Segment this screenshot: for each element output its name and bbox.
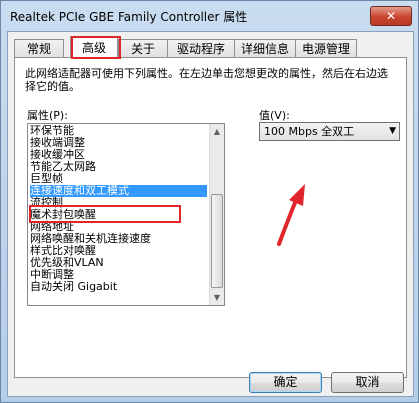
dialog-body: 常规 高级 关于 驱动程序 详细信息 电源管理 此网络适配器可使用下列属性。在左… (7, 31, 414, 397)
window-title: Realtek PCIe GBE Family Controller 属性 (10, 10, 248, 24)
tab-about[interactable]: 关于 (118, 39, 168, 57)
list-scrollbar[interactable]: ▲ ▼ (209, 124, 224, 305)
scroll-up-icon[interactable]: ▲ (210, 124, 224, 139)
advanced-panel: 此网络适配器可使用下列属性。在左边单击您想更改的属性，然后在右边选择它的值。 属… (14, 57, 407, 378)
scroll-thumb[interactable] (211, 194, 223, 288)
selection-highlight-box (29, 205, 181, 223)
annotation-arrow-icon (277, 184, 305, 246)
value-dropdown-text: 100 Mbps 全双工 (264, 125, 355, 138)
panel-description: 此网络适配器可使用下列属性。在左边单击您想更改的属性，然后在右边选择它的值。 (25, 67, 388, 93)
scroll-down-icon[interactable]: ▼ (210, 290, 224, 305)
tab-strip: 常规 高级 关于 驱动程序 详细信息 电源管理 (14, 36, 409, 59)
chevron-down-icon: ▼ (389, 126, 396, 136)
cancel-button[interactable]: 取消 (331, 372, 404, 393)
properties-dialog: Realtek PCIe GBE Family Controller 属性 ✕ … (0, 0, 419, 403)
tab-details[interactable]: 详细信息 (234, 39, 296, 57)
tab-general[interactable]: 常规 (14, 39, 64, 57)
title-bar: Realtek PCIe GBE Family Controller 属性 ✕ (1, 1, 418, 31)
ok-button[interactable]: 确定 (249, 372, 322, 393)
tab-highlight-box (71, 36, 121, 59)
list-item[interactable]: 自动关闭 Gigabit (30, 281, 207, 293)
value-label: 值(V): (259, 109, 290, 122)
property-label: 属性(P): (27, 109, 68, 122)
value-dropdown[interactable]: 100 Mbps 全双工 ▼ (259, 122, 400, 141)
close-button[interactable]: ✕ (370, 6, 412, 26)
tab-driver[interactable]: 驱动程序 (167, 39, 235, 57)
tab-power-management[interactable]: 电源管理 (295, 39, 357, 57)
